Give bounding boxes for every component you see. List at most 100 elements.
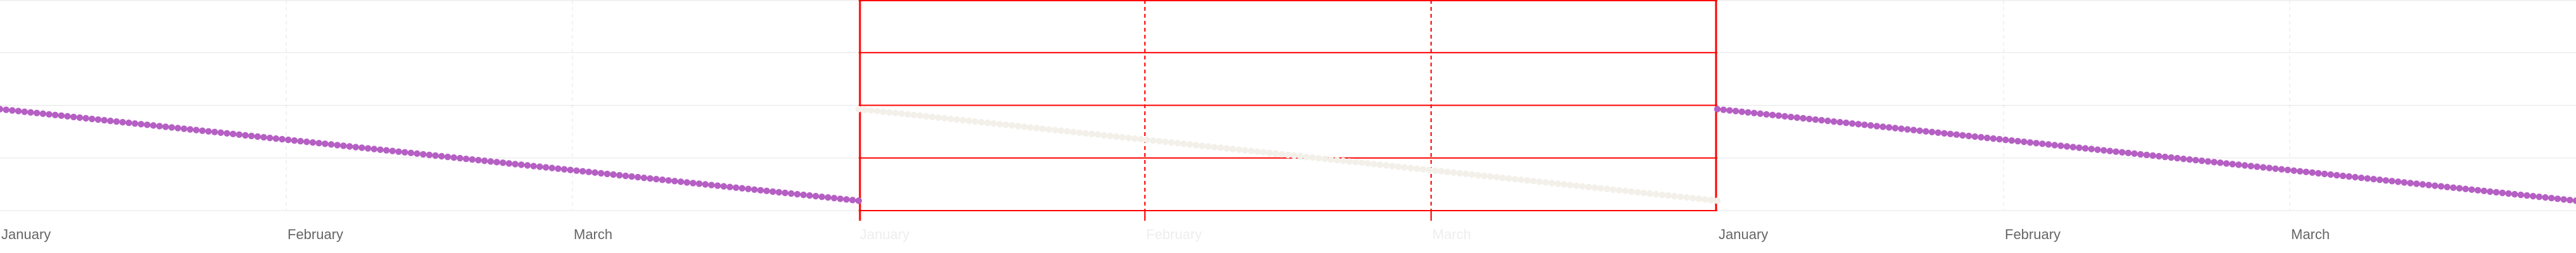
scatter-point xyxy=(2499,189,2506,197)
scatter-point xyxy=(622,172,629,180)
scatter-point xyxy=(708,182,715,188)
scatter-point xyxy=(1297,152,1304,160)
scatter-point xyxy=(2156,152,2162,160)
scatter-point xyxy=(1996,135,2003,143)
scatter-point xyxy=(2278,166,2285,173)
x-tick-label: February xyxy=(1146,226,1202,242)
scatter-point xyxy=(1027,124,1034,131)
scatter-point xyxy=(1916,127,1923,134)
scatter-point xyxy=(1389,163,1396,170)
grid-layer xyxy=(0,0,2576,221)
scatter-point xyxy=(1045,126,1052,133)
scatter-point xyxy=(2026,139,2034,146)
scatter-point xyxy=(2401,179,2408,186)
scatter-point xyxy=(1450,169,1457,176)
scatter-point xyxy=(671,178,678,185)
scatter-point xyxy=(1101,132,1108,139)
scatter-point xyxy=(2437,183,2445,190)
scatter-point xyxy=(647,175,653,182)
scatter-point xyxy=(217,129,224,136)
scatter-point xyxy=(82,114,89,122)
scatter-point xyxy=(1726,107,1733,114)
scatter-point xyxy=(843,196,850,203)
scatter-point xyxy=(2051,142,2058,149)
scatter-point xyxy=(2143,151,2150,159)
scatter-point xyxy=(1370,161,1377,168)
scatter-point xyxy=(64,113,71,120)
scatter-point xyxy=(2057,142,2064,149)
scatter-point xyxy=(1168,139,1175,146)
scatter-point xyxy=(450,154,457,161)
scatter-point xyxy=(1106,132,1114,140)
scatter-point xyxy=(1891,125,1899,132)
scatter-point xyxy=(1567,182,1574,188)
scatter-point xyxy=(971,118,979,125)
scatter-point xyxy=(1364,160,1372,167)
scatter-point xyxy=(224,130,230,137)
scatter-point xyxy=(1714,106,1721,113)
scatter-point xyxy=(1554,180,1562,187)
scatter-point xyxy=(2456,185,2463,192)
scatter-point xyxy=(1677,193,1684,201)
scatter-point xyxy=(1008,122,1016,129)
scatter-point xyxy=(1437,168,1445,175)
scatter-point xyxy=(1689,195,1696,202)
scatter-point xyxy=(2517,191,2525,199)
scatter-point xyxy=(481,157,488,164)
scatter-point xyxy=(1867,122,1874,129)
scatter-point xyxy=(2161,153,2169,161)
scatter-point xyxy=(567,166,574,173)
scatter-point xyxy=(76,114,84,121)
scatter-point xyxy=(107,117,114,125)
scatter-point xyxy=(1750,109,1758,116)
scatter-point xyxy=(892,109,899,116)
scatter-point xyxy=(27,109,34,116)
x-tick-label: February xyxy=(2005,226,2061,242)
scatter-point xyxy=(144,121,151,128)
scatter-point xyxy=(500,159,507,166)
scatter-point xyxy=(1462,170,1470,178)
scatter-point xyxy=(322,140,329,147)
scatter-point xyxy=(824,194,831,201)
scatter-point xyxy=(2309,169,2316,176)
scatter-point xyxy=(947,115,954,123)
scatter-point xyxy=(738,185,746,192)
scatter-point xyxy=(1824,117,1831,125)
scatter-point xyxy=(1051,126,1059,133)
scatter-point xyxy=(2241,162,2249,169)
scatter-point xyxy=(831,195,838,202)
scatter-point xyxy=(334,142,341,149)
scatter-point xyxy=(113,118,120,125)
scatter-point xyxy=(2119,149,2126,156)
scatter-point xyxy=(548,164,555,171)
scatter-point xyxy=(518,161,525,168)
scatter-point xyxy=(1610,186,1617,193)
scatter-point xyxy=(1928,128,1936,135)
scatter-point xyxy=(2223,160,2230,167)
scatter-point xyxy=(628,173,635,180)
scatter-point xyxy=(978,118,985,126)
scatter-point xyxy=(2389,178,2396,185)
scatter-point xyxy=(1910,126,1917,133)
scatter-point xyxy=(1149,137,1157,144)
scatter-point xyxy=(1033,125,1040,132)
scatter-point xyxy=(2444,183,2451,190)
scatter-point xyxy=(793,190,801,198)
scatter-point xyxy=(1812,116,1819,123)
scatter-point xyxy=(2321,170,2328,178)
x-tick-label: January xyxy=(1719,226,1768,242)
scatter-point xyxy=(873,108,881,114)
scatter-point xyxy=(1646,190,1653,197)
scatter-point xyxy=(1211,144,1218,151)
scatter-point xyxy=(46,111,53,118)
scatter-point xyxy=(2530,192,2537,200)
scatter-point xyxy=(929,113,936,121)
scatter-point xyxy=(1983,134,1991,142)
scatter-point xyxy=(487,158,495,165)
scatter-point xyxy=(2081,145,2089,152)
scatter-point xyxy=(94,116,102,123)
scatter-point xyxy=(1505,175,1512,182)
scatter-point xyxy=(1873,123,1881,130)
scatter-point xyxy=(1769,111,1776,119)
scatter-point xyxy=(683,179,691,186)
